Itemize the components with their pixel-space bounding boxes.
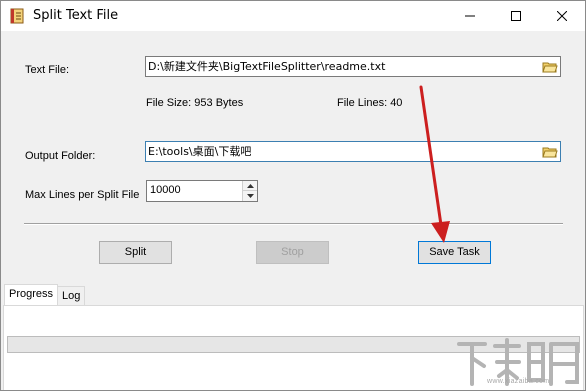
text-file-label: Text File: — [25, 64, 70, 76]
title-bar[interactable]: Split Text File — [1, 1, 585, 31]
folder-open-icon — [542, 62, 558, 72]
split-text-file-window: Split Text File Text File: D:\新建文件夹\BigT… — [0, 0, 586, 391]
max-lines-spinbox[interactable]: 10000 — [146, 180, 258, 202]
output-folder-input[interactable]: E:\tools\桌面\下载吧 — [145, 141, 561, 162]
close-button[interactable] — [539, 1, 585, 31]
maximize-icon — [511, 11, 521, 21]
file-lines-text: File Lines: 40 — [337, 97, 403, 109]
down-arrow-icon — [246, 194, 254, 198]
max-lines-value[interactable]: 10000 — [150, 184, 181, 196]
separator-line — [24, 223, 563, 225]
folder-icon — [542, 147, 558, 157]
minimize-icon — [465, 15, 475, 17]
close-icon — [557, 11, 567, 21]
maximize-button[interactable] — [493, 1, 539, 31]
tab-log[interactable]: Log — [57, 286, 86, 306]
spin-buttons — [242, 181, 257, 201]
output-folder-label: Output Folder: — [25, 150, 96, 162]
notebook-icon — [10, 8, 25, 24]
window-title: Split Text File — [33, 8, 119, 23]
save-task-button[interactable]: Save Task — [418, 241, 491, 264]
minimize-button[interactable] — [447, 1, 493, 31]
text-file-input[interactable]: D:\新建文件夹\BigTextFileSplitter\readme.txt — [145, 56, 561, 77]
browse-file-button[interactable] — [540, 58, 560, 75]
stop-button[interactable]: Stop — [256, 241, 329, 264]
file-size-text: File Size: 953 Bytes — [146, 97, 244, 109]
split-button[interactable]: Split — [99, 241, 172, 264]
spin-up-button[interactable] — [243, 181, 257, 191]
max-lines-label: Max Lines per Split File — [25, 189, 140, 201]
browse-folder-button[interactable] — [540, 143, 560, 160]
spin-down-button[interactable] — [243, 191, 257, 201]
up-arrow-icon — [246, 183, 254, 188]
watermark-url: www.xiazaiba.com — [487, 378, 550, 385]
tab-progress[interactable]: Progress — [4, 284, 59, 306]
